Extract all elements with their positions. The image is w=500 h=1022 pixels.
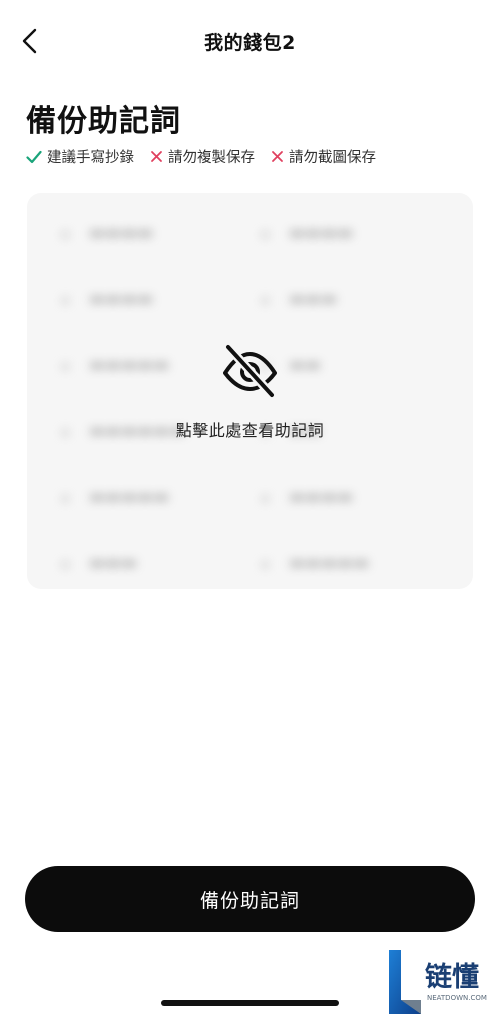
blurred-word: ▪ ▬▬▬▬	[261, 223, 354, 243]
blurred-word: ▪ ▬▬▬▬	[61, 223, 154, 243]
tip-no-copy: 請勿複製保存	[150, 146, 255, 167]
tip-label: 請勿複製保存	[168, 150, 255, 166]
nav-title: 我的錢包2	[204, 32, 296, 54]
svg-text:链懂: 链懂	[425, 961, 479, 993]
reveal-label: 點擊此處查看助記詞	[175, 421, 325, 440]
blurred-word: ▪ ▬▬▬	[261, 289, 338, 309]
nav-bar: 我的錢包2	[0, 0, 500, 82]
mnemonic-card[interactable]: ▪ ▬▬▬▬ ▪ ▬▬▬▬ ▪ ▬▬▬▬ ▪ ▬▬▬ ▪ ▬▬▬▬▬ ▪ ▬▬ ▪ ▬▬▬▬▬…	[27, 193, 473, 589]
cross-icon	[151, 151, 162, 162]
check-icon	[26, 150, 42, 163]
page-title: 備份助記詞	[26, 104, 181, 139]
watermark-logo: 链懂 NEATDOWN.COM	[387, 948, 497, 1018]
svg-text:NEATDOWN.COM: NEATDOWN.COM	[427, 994, 487, 1002]
tip-label: 建議手寫抄錄	[47, 150, 134, 166]
cross-icon	[272, 151, 283, 162]
blurred-word: ▪ ▬▬▬▬	[261, 487, 354, 507]
backup-mnemonic-button[interactable]: 備份助記詞	[25, 866, 475, 932]
tip-no-screenshot: 請勿截圖保存	[271, 146, 376, 167]
tip-label: 請勿截圖保存	[289, 150, 376, 166]
reveal-mnemonic-button[interactable]: 點擊此處查看助記詞	[27, 343, 473, 441]
blurred-word: ▪ ▬▬▬▬▬	[61, 487, 170, 507]
blurred-word: ▪ ▬▬▬	[61, 553, 138, 573]
blurred-word: ▪ ▬▬▬▬▬	[261, 553, 370, 573]
eye-off-icon	[223, 343, 277, 399]
home-indicator	[161, 1000, 339, 1006]
blurred-word: ▪ ▬▬▬▬	[61, 289, 154, 309]
tips-row: 建議手寫抄錄 請勿複製保存 請勿截圖保存	[26, 146, 392, 167]
tip-handwrite: 建議手寫抄錄	[26, 146, 134, 167]
